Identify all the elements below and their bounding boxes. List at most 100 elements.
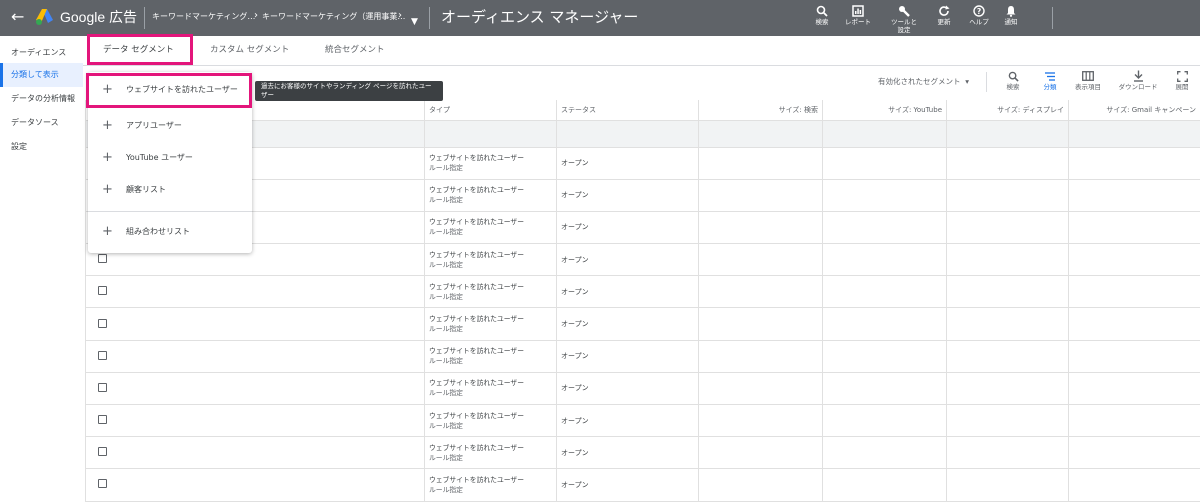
report-icon bbox=[852, 4, 864, 17]
column-header-status[interactable]: ステータス bbox=[556, 100, 699, 121]
status-cell: オープン bbox=[556, 146, 699, 180]
column-header-size-youtube[interactable]: サイズ: YouTube bbox=[822, 100, 947, 121]
table-row[interactable]: ウェブサイトを訪れたユーザー ルール指定 オープン bbox=[85, 178, 1200, 212]
type-cell: ウェブサイトを訪れたユーザー ルール指定 bbox=[424, 307, 557, 341]
status-cell: オープン bbox=[556, 339, 699, 373]
column-header-size-search[interactable]: サイズ: 検索 bbox=[698, 100, 823, 121]
size-search-cell bbox=[698, 436, 823, 470]
type-text: ウェブサイトを訪れたユーザー bbox=[429, 475, 525, 484]
size-search-cell bbox=[698, 468, 823, 502]
table-row[interactable]: ウェブサイトを訪れたユーザー ルール指定 オープン bbox=[85, 307, 1200, 341]
size-youtube-cell bbox=[822, 339, 947, 373]
type-subtext: ルール指定 bbox=[429, 260, 463, 269]
table-row[interactable]: ウェブサイトを訪れたユーザー ルール指定 オープン bbox=[85, 339, 1200, 373]
table-row[interactable]: ウェブサイトを訪れたユーザー ルール指定 オープン bbox=[85, 468, 1200, 502]
status-cell: オープン bbox=[556, 403, 699, 438]
tool-refresh[interactable]: 更新 bbox=[926, 3, 962, 26]
tool-label: レポート bbox=[845, 18, 871, 26]
tab-custom-segments[interactable]: カスタム セグメント bbox=[210, 36, 289, 65]
table-row[interactable]: ウェブサイトを訪れたユーザー ルール指定 オープン bbox=[85, 371, 1200, 406]
table-header-row: タイプ ステータス サイズ: 検索 サイズ: YouTube サイズ: ディスプ… bbox=[85, 100, 1200, 121]
tab-highlight-box bbox=[87, 34, 193, 65]
name-cell bbox=[85, 436, 425, 470]
table-row[interactable]: ウェブサイトを訪れたユーザー ルール指定 オープン bbox=[85, 210, 1200, 245]
divider bbox=[429, 7, 430, 29]
row-checkbox[interactable] bbox=[98, 447, 107, 457]
row-checkbox[interactable] bbox=[98, 382, 107, 392]
toolbar-download[interactable]: ダウンロード bbox=[1118, 69, 1158, 92]
tool-search[interactable]: 検索 bbox=[804, 3, 840, 26]
toolbar-columns[interactable]: 表示項目 bbox=[1068, 69, 1108, 92]
nav-item-insights[interactable]: データの分析情報 bbox=[0, 87, 83, 111]
account-dropdown-icon[interactable]: ▼ bbox=[411, 17, 418, 27]
row-checkbox[interactable] bbox=[98, 479, 107, 489]
tab-combined-segments[interactable]: 統合セグメント bbox=[325, 36, 385, 65]
back-arrow-icon[interactable]: ← bbox=[11, 8, 24, 26]
type-subtext: ルール指定 bbox=[429, 164, 463, 173]
tool-notifications[interactable]: 通知 bbox=[993, 3, 1029, 26]
menu-item-app-users[interactable]: + アプリユーザー bbox=[88, 110, 252, 142]
type-cell: ウェブサイトを訪れたユーザー ルール指定 bbox=[424, 178, 557, 212]
table-row[interactable]: ウェブサイトを訪れたユーザー ルール指定 オープン bbox=[85, 243, 1200, 277]
breadcrumb-chevron-icon: › bbox=[254, 10, 258, 21]
menu-item-label: 顧客リスト bbox=[126, 185, 166, 194]
size-display-cell bbox=[946, 339, 1069, 373]
type-text: ウェブサイトを訪れたユーザー bbox=[429, 282, 525, 291]
search-icon bbox=[1008, 71, 1019, 82]
breadcrumb-account-2[interactable]: キーワードマーケティング（運用事業… bbox=[262, 11, 405, 22]
size-search-cell bbox=[698, 178, 823, 212]
type-cell: ウェブサイトを訪れたユーザー ルール指定 bbox=[424, 468, 557, 502]
name-cell bbox=[85, 371, 425, 406]
table-summary-row bbox=[85, 119, 1200, 148]
size-gmail-cell bbox=[1068, 468, 1200, 502]
column-header-type[interactable]: タイプ bbox=[424, 100, 557, 121]
size-gmail-cell bbox=[1068, 243, 1200, 277]
segment-icon bbox=[1045, 71, 1055, 81]
segment-filter-dropdown[interactable]: 有効化されたセグメント ▾ bbox=[878, 77, 969, 87]
menu-item-label: アプリユーザー bbox=[126, 121, 182, 130]
menu-item-customer-list[interactable]: + 顧客リスト bbox=[88, 174, 252, 206]
size-search-cell bbox=[698, 403, 823, 438]
chevron-down-icon: ▾ bbox=[962, 77, 970, 86]
row-checkbox[interactable] bbox=[98, 415, 107, 425]
menu-tooltip: 過去にお客様のサイトやランディング ページを訪れたユーザー bbox=[255, 81, 443, 101]
row-checkbox[interactable] bbox=[98, 350, 107, 360]
divider bbox=[1052, 7, 1053, 29]
row-checkbox[interactable] bbox=[98, 254, 107, 264]
table-row[interactable]: ウェブサイトを訪れたユーザー ルール指定 オープン bbox=[85, 275, 1200, 309]
toolbar-search[interactable]: 検索 bbox=[993, 69, 1033, 92]
segment-tabs: データ セグメント カスタム セグメント 統合セグメント bbox=[83, 36, 1200, 66]
row-checkbox[interactable] bbox=[98, 318, 107, 328]
table-row[interactable]: ウェブサイトを訪れたユーザー ルール指定 オープン bbox=[85, 403, 1200, 438]
size-youtube-cell bbox=[822, 436, 947, 470]
breadcrumb-account-1[interactable]: キーワードマーケティング… bbox=[152, 11, 255, 22]
size-gmail-cell bbox=[1068, 307, 1200, 341]
nav-item-data-sources[interactable]: データソース bbox=[0, 111, 83, 135]
type-cell: ウェブサイトを訪れたユーザー ルール指定 bbox=[424, 371, 557, 406]
table-row[interactable]: ウェブサイトを訪れたユーザー ルール指定 オープン bbox=[85, 436, 1200, 470]
menu-item-combined-list[interactable]: + 組み合わせリスト bbox=[88, 216, 252, 248]
refresh-icon bbox=[939, 5, 950, 16]
row-checkbox[interactable] bbox=[98, 286, 107, 296]
menu-item-youtube-users[interactable]: + YouTube ユーザー bbox=[88, 142, 252, 174]
column-header-size-gmail[interactable]: サイズ: Gmail キャンペーン bbox=[1068, 100, 1200, 121]
divider bbox=[986, 72, 987, 92]
status-cell: オープン bbox=[556, 243, 699, 277]
toolbar-fullscreen[interactable]: 展開 bbox=[1162, 69, 1200, 92]
tool-report[interactable]: レポート bbox=[840, 3, 876, 26]
nav-item-segments[interactable]: 分類して表示 bbox=[0, 63, 83, 87]
tool-help[interactable]: ? ヘルプ bbox=[961, 3, 997, 26]
toolbar-label: 展開 bbox=[1175, 83, 1189, 91]
plus-icon: + bbox=[102, 118, 113, 133]
column-header-size-display[interactable]: サイズ: ディスプレイ bbox=[946, 100, 1069, 121]
left-navigation: オーディエンス 分類して表示 データの分析情報 データソース 設定 bbox=[0, 36, 83, 503]
table-row[interactable]: ウェブサイトを訪れたユーザー ルール指定 オープン bbox=[85, 146, 1200, 180]
type-subtext: ルール指定 bbox=[429, 421, 463, 430]
tool-tools-settings[interactable]: ツールと 設定 bbox=[886, 3, 922, 34]
type-subtext: ルール指定 bbox=[429, 389, 463, 398]
name-cell bbox=[85, 307, 425, 341]
size-gmail-cell bbox=[1068, 178, 1200, 212]
toolbar-segment[interactable]: 分類 bbox=[1030, 69, 1070, 92]
nav-item-settings[interactable]: 設定 bbox=[0, 135, 83, 159]
nav-item-audience[interactable]: オーディエンス bbox=[0, 41, 83, 65]
